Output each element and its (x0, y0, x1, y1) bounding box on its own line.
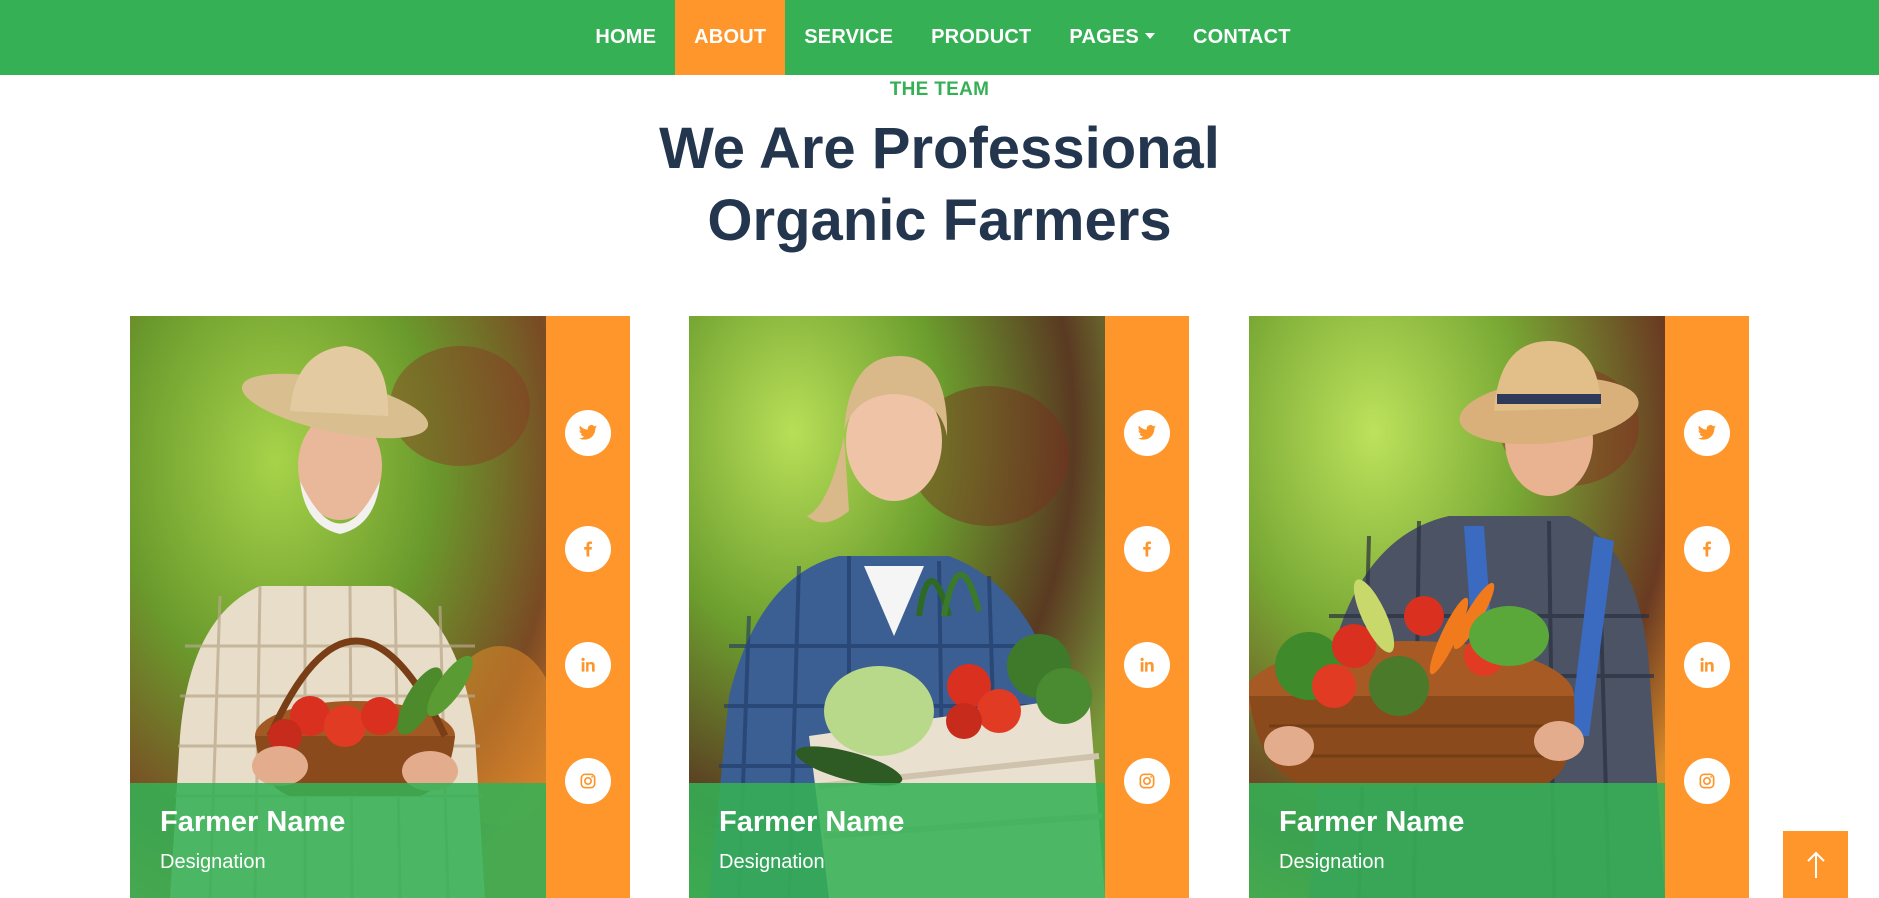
member-designation: Designation (719, 851, 825, 873)
nav-menu: HOME ABOUT SERVICE PRODUCT PAGES CONTACT (576, 0, 1309, 75)
member-name: Farmer Name (160, 806, 346, 838)
member-caption: Farmer Name Designation (689, 783, 1105, 898)
facebook-icon[interactable] (1684, 526, 1730, 572)
facebook-icon[interactable] (565, 526, 611, 572)
nav-item-product[interactable]: PRODUCT (912, 0, 1050, 75)
section-title: We Are Professional Organic Farmers (0, 113, 1879, 257)
facebook-icon[interactable] (1124, 526, 1170, 572)
member-designation: Designation (160, 851, 266, 873)
nav-item-label: SERVICE (804, 26, 894, 48)
section-eyebrow: THE TEAM (889, 79, 990, 100)
nav-item-about[interactable]: ABOUT (675, 0, 786, 75)
section-title-line-1: We Are Professional (659, 116, 1220, 181)
nav-item-label: HOME (595, 26, 657, 48)
member-caption: Farmer Name Designation (1249, 783, 1665, 898)
linkedin-icon[interactable] (1684, 642, 1730, 688)
nav-item-service[interactable]: SERVICE (785, 0, 912, 75)
social-links-bar (546, 316, 630, 898)
nav-item-label: PAGES (1069, 26, 1139, 48)
member-name: Farmer Name (1279, 806, 1465, 838)
nav-item-label: CONTACT (1192, 26, 1291, 48)
linkedin-icon[interactable] (565, 642, 611, 688)
member-name: Farmer Name (719, 806, 905, 838)
twitter-icon[interactable] (1124, 410, 1170, 456)
team-member-card: Farmer Name Designation (130, 316, 630, 898)
section-title-line-2: Organic Farmers (707, 188, 1172, 253)
instagram-icon[interactable] (1124, 758, 1170, 804)
nav-item-home[interactable]: HOME (576, 0, 675, 75)
instagram-icon[interactable] (565, 758, 611, 804)
twitter-icon[interactable] (1684, 410, 1730, 456)
nav-item-pages-dropdown[interactable]: PAGES (1050, 0, 1174, 75)
instagram-icon[interactable] (1684, 758, 1730, 804)
back-to-top-button[interactable] (1783, 831, 1848, 898)
nav-item-label: PRODUCT (931, 26, 1032, 48)
social-links-bar (1105, 316, 1189, 898)
caret-down-icon (1144, 32, 1155, 39)
team-member-card: Farmer Name Designation (1249, 316, 1749, 898)
main-navbar: HOME ABOUT SERVICE PRODUCT PAGES CONTACT (0, 0, 1879, 75)
twitter-icon[interactable] (565, 410, 611, 456)
arrow-up-icon (1806, 851, 1825, 878)
social-links-bar (1665, 316, 1749, 898)
nav-item-contact[interactable]: CONTACT (1174, 0, 1310, 75)
team-member-card: Farmer Name Designation (689, 316, 1189, 898)
member-caption: Farmer Name Designation (130, 783, 546, 898)
nav-item-label: ABOUT (694, 26, 767, 48)
member-designation: Designation (1279, 851, 1385, 873)
linkedin-icon[interactable] (1124, 642, 1170, 688)
